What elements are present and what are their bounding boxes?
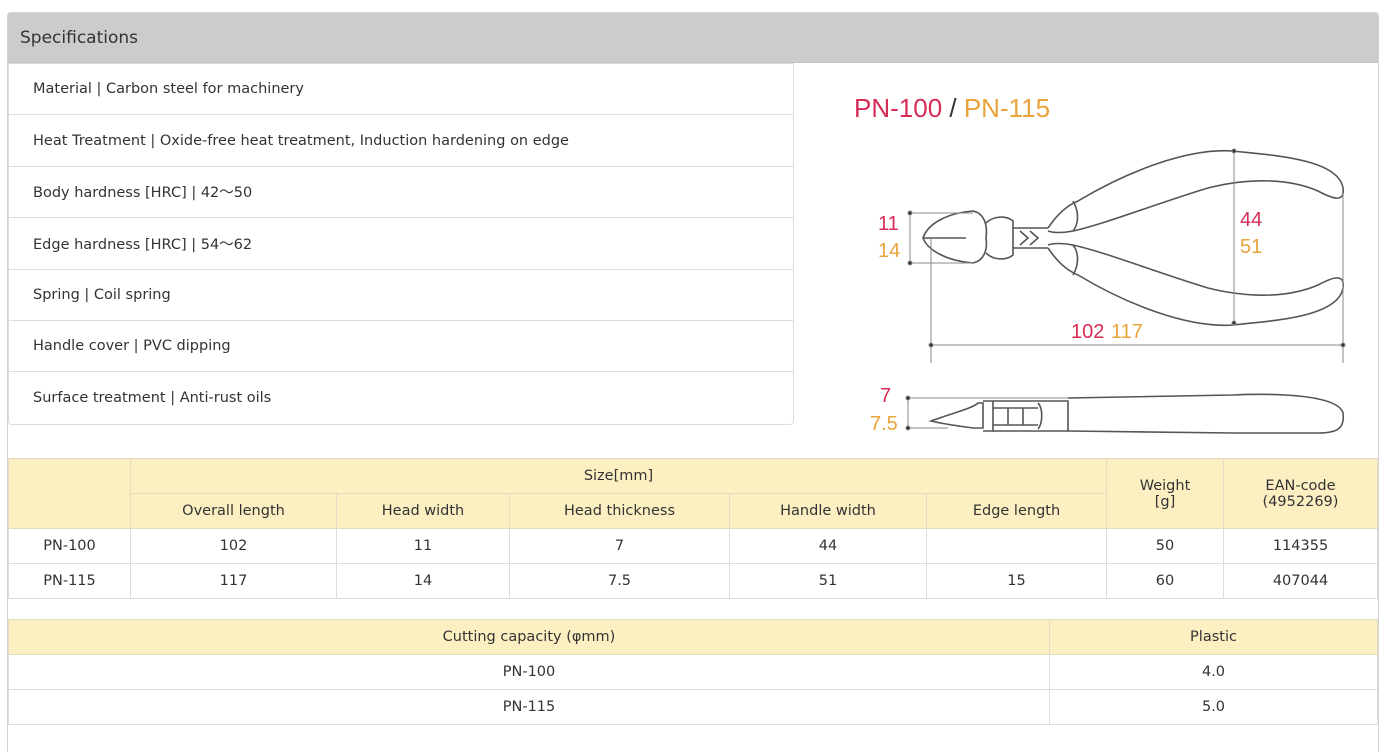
specifications-panel: Specifications Material | Carbon steel f… bbox=[7, 12, 1379, 752]
spec-item-edge-hardness: Edge hardness [HRC] | 54～62 bbox=[9, 218, 793, 270]
size-table: Size[mm] Weight [g] EAN-code (4952269) O… bbox=[8, 458, 1378, 599]
spec-item-body-hardness: Body hardness [HRC] | 42～50 bbox=[9, 167, 793, 219]
handle-width-pn100: 44 bbox=[1240, 209, 1263, 231]
row-ean: 114355 bbox=[1223, 528, 1378, 564]
row-edge-length bbox=[926, 528, 1107, 564]
cutting-capacity-header: Cutting capacity (φmm) bbox=[8, 619, 1050, 655]
length-pn115: 117 bbox=[1111, 321, 1143, 343]
row-head-thickness: 7 bbox=[509, 528, 730, 564]
cut-row-plastic: 5.0 bbox=[1049, 689, 1378, 725]
weight-header: Weight [g] bbox=[1106, 458, 1224, 529]
row-model: PN-115 bbox=[8, 563, 131, 599]
col-head-width: Head width bbox=[336, 493, 510, 529]
col-overall-length: Overall length bbox=[130, 493, 337, 529]
panel-heading: Specifications bbox=[8, 13, 1378, 63]
cut-row-model: PN-100 bbox=[8, 654, 1050, 690]
pliers-line-drawing bbox=[905, 148, 1346, 434]
thickness-pn100: 7 bbox=[880, 385, 892, 407]
table-row: PN-115 117 14 7.5 51 15 60 407044 bbox=[8, 563, 1378, 599]
col-edge-length: Edge length bbox=[926, 493, 1107, 529]
size-group-header: Size[mm] bbox=[130, 458, 1107, 494]
row-weight: 50 bbox=[1106, 528, 1224, 564]
spec-item-spring: Spring | Coil spring bbox=[9, 270, 793, 321]
row-overall-length: 102 bbox=[130, 528, 337, 564]
table-row: PN-100 102 11 7 44 50 114355 bbox=[8, 528, 1378, 564]
head-width-pn100: 11 bbox=[878, 213, 899, 235]
model-header-cell bbox=[8, 458, 131, 529]
spec-item-heat-treatment: Heat Treatment | Oxide-free heat treatme… bbox=[9, 115, 793, 167]
cut-row-model: PN-115 bbox=[8, 689, 1050, 725]
row-handle-width: 44 bbox=[729, 528, 927, 564]
spec-list: Material | Carbon steel for machinery He… bbox=[8, 63, 794, 425]
row-weight: 60 bbox=[1106, 563, 1224, 599]
row-ean: 407044 bbox=[1223, 563, 1378, 599]
row-overall-length: 117 bbox=[130, 563, 337, 599]
thickness-pn115: 7.5 bbox=[870, 413, 898, 435]
plastic-header: Plastic bbox=[1049, 619, 1378, 655]
row-edge-length: 15 bbox=[926, 563, 1107, 599]
cutting-capacity-table: Cutting capacity (φmm) Plastic PN-100 4.… bbox=[8, 619, 1378, 725]
row-head-width: 11 bbox=[336, 528, 510, 564]
weight-header-line2: [g] bbox=[1154, 493, 1176, 510]
ean-header-line2: (4952269) bbox=[1262, 493, 1339, 510]
spec-item-material: Material | Carbon steel for machinery bbox=[9, 64, 793, 116]
row-handle-width: 51 bbox=[729, 563, 927, 599]
row-head-width: 14 bbox=[336, 563, 510, 599]
length-pn100: 102 bbox=[1071, 321, 1105, 343]
ean-header-line1: EAN-code bbox=[1265, 477, 1336, 494]
pliers-dimension-drawing: PN-100 / PN-115 11 14 44 51 102 117 7 7.… bbox=[848, 73, 1368, 453]
col-handle-width: Handle width bbox=[729, 493, 927, 529]
table-row: PN-115 5.0 bbox=[8, 689, 1378, 725]
ean-header: EAN-code (4952269) bbox=[1223, 458, 1378, 529]
head-width-pn115: 14 bbox=[878, 240, 901, 262]
weight-header-line1: Weight bbox=[1139, 477, 1191, 494]
spec-item-surface-treatment: Surface treatment | Anti-rust oils bbox=[33, 390, 272, 407]
cut-row-plastic: 4.0 bbox=[1049, 654, 1378, 690]
handle-width-pn115: 51 bbox=[1240, 236, 1263, 258]
row-head-thickness: 7.5 bbox=[509, 563, 730, 599]
spec-item-handle-cover: Handle cover | PVC dipping bbox=[9, 321, 793, 373]
col-head-thickness: Head thickness bbox=[509, 493, 730, 529]
table-row: PN-100 4.0 bbox=[8, 654, 1378, 690]
row-model: PN-100 bbox=[8, 528, 131, 564]
